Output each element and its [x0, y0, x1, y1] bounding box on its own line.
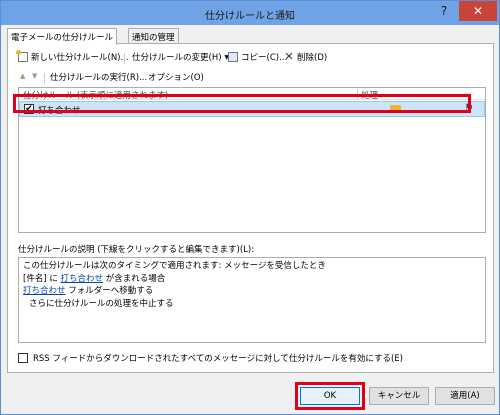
options-button[interactable]: オプション(O) [148, 71, 204, 83]
new-rule-button[interactable]: 新しい仕分けルール(N)... [16, 50, 129, 63]
description-text: フォルダーへ移動する [68, 286, 154, 296]
row2-divider [44, 73, 45, 84]
rule-highlight [13, 94, 471, 113]
new-rule-label: 新しい仕分けルール(N)... [31, 53, 129, 63]
tab-manage-alerts[interactable]: 通知の管理 [128, 28, 179, 44]
window-title: 仕分けルールと通知 [205, 11, 295, 22]
rule-order-bar: ▲ ▼ 仕分けルールの実行(R)... オプション(O) [18, 70, 488, 84]
description-text: [件名] に [23, 273, 58, 284]
move-up-icon[interactable]: ▲ [20, 72, 25, 80]
toolbar-divider [124, 53, 125, 64]
rules-toolbar: 新しい仕分けルール(N)... 仕分けルールの変更(H) ▼ コピー(C)...… [14, 50, 484, 66]
description-line: この仕分けルールは次のタイミングで適用されます: メッセージを受信したとき [23, 261, 326, 271]
description-line: 打ち合わせ フォルダーへ移動する [23, 285, 481, 298]
rule-description-box: この仕分けルールは次のタイミングで適用されます: メッセージを受信したとき [件… [18, 257, 486, 343]
delete-x-icon: ✕ [284, 50, 294, 63]
rss-checkbox-label: RSS フィードからダウンロードされたすべてのメッセージに対して仕分けルールを有… [33, 354, 403, 364]
ok-highlight [295, 382, 365, 410]
copy-rule-label: コピー(C)... [241, 53, 288, 63]
description-text: が含まれる場合 [105, 273, 166, 284]
copy-icon [228, 52, 238, 62]
run-rules-button[interactable]: 仕分けルールの実行(R)... [50, 71, 147, 83]
description-line: [件名] に 打ち合わせ が含まれる場合 [23, 273, 481, 286]
target-folder-link[interactable]: 打ち合わせ [23, 286, 66, 296]
new-rule-icon [16, 50, 28, 62]
delete-rule-label: 削除(D) [297, 53, 328, 63]
tab-email-rules[interactable]: 電子メールの仕分けルール [7, 28, 118, 45]
title-bar: 仕分けルールと通知 ? ✕ [1, 1, 499, 25]
cancel-button[interactable]: キャンセル [369, 387, 429, 405]
subject-keyword-link[interactable]: 打ち合わせ [61, 274, 104, 284]
close-button[interactable]: ✕ [459, 1, 497, 21]
delete-rule-button[interactable]: ✕ 削除(D) [284, 51, 327, 63]
apply-button[interactable]: 適用(A) [435, 387, 495, 405]
description-line: さらに仕分けルールの処理を中止する [29, 298, 174, 309]
change-rule-label: 仕分けルールの変更(H) [132, 53, 222, 63]
help-button[interactable]: ? [431, 1, 457, 21]
email-rules-panel: 新しい仕分けルール(N)... 仕分けルールの変更(H) ▼ コピー(C)...… [7, 43, 494, 373]
move-down-icon[interactable]: ▼ [32, 72, 37, 80]
copy-rule-button[interactable]: コピー(C)... [228, 51, 287, 63]
rss-rules-option[interactable]: RSS フィードからダウンロードされたすべてのメッセージに対して仕分けルールを有… [18, 352, 403, 364]
rss-checkbox[interactable] [18, 353, 28, 363]
change-rule-button[interactable]: 仕分けルールの変更(H) ▼ [132, 51, 229, 63]
rules-and-alerts-dialog: 仕分けルールと通知 ? ✕ 電子メールの仕分けルール 通知の管理 新しい仕分けル… [0, 0, 500, 415]
description-label: 仕分けルールの説明 (下線をクリックすると編集できます)(L): [18, 245, 255, 255]
